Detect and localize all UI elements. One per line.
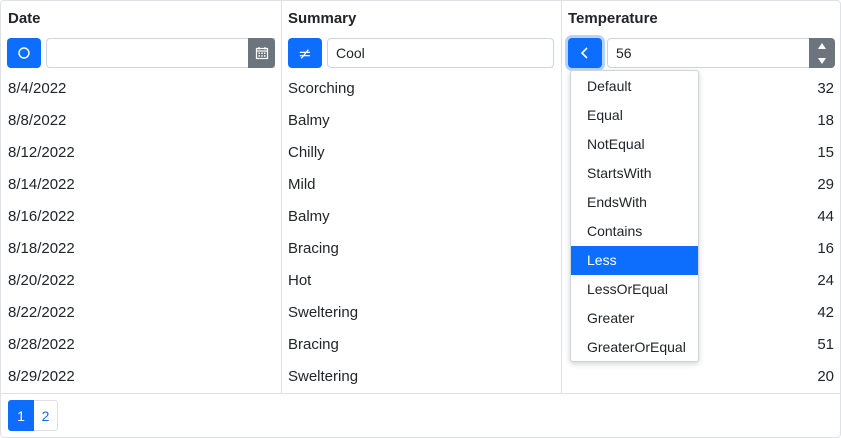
column-divider: [281, 1, 282, 393]
menu-item-less[interactable]: Less: [571, 246, 698, 275]
cell-temperature: 15: [817, 144, 834, 161]
page-button-1[interactable]: 1: [8, 400, 34, 431]
page-button-2[interactable]: 2: [34, 400, 58, 431]
cell-temperature: 16: [817, 240, 834, 257]
menu-item-greater[interactable]: Greater: [571, 304, 698, 333]
cell-summary: Scorching: [288, 80, 355, 97]
temperature-spinner: [809, 38, 835, 68]
cell-date: 8/4/2022: [8, 80, 67, 97]
cell-date: 8/12/2022: [8, 144, 75, 161]
cell-temperature: 51: [817, 336, 834, 353]
cell-temperature: 42: [817, 304, 834, 321]
not-equal-icon: ≠: [298, 43, 312, 63]
spin-up-button[interactable]: [809, 38, 835, 53]
footer-divider: [1, 393, 840, 394]
cell-date: 8/16/2022: [8, 208, 75, 225]
cell-summary: Bracing: [288, 240, 339, 257]
temperature-filter-operator-button[interactable]: [568, 38, 602, 68]
cell-date: 8/29/2022: [8, 368, 75, 385]
menu-item-contains[interactable]: Contains: [571, 217, 698, 246]
cell-date: 8/22/2022: [8, 304, 75, 321]
temperature-filter-input[interactable]: 56: [607, 38, 810, 68]
filter-operator-menu: Default Equal NotEqual StartsWith EndsWi…: [570, 70, 699, 362]
caret-down-icon: [818, 57, 826, 64]
cell-summary: Sweltering: [288, 304, 359, 321]
menu-item-ends-with[interactable]: EndsWith: [571, 188, 698, 217]
menu-item-starts-with[interactable]: StartsWith: [571, 159, 698, 188]
header-summary[interactable]: Summary: [288, 10, 356, 27]
cell-summary: Chilly: [288, 144, 325, 161]
data-grid: Date Summary Temperature ≠ Cool 56 8/4/2…: [0, 0, 841, 438]
cell-summary: Mild: [288, 176, 316, 193]
caret-up-icon: [818, 42, 826, 49]
cell-date: 8/20/2022: [8, 272, 75, 289]
cell-temperature: 44: [817, 208, 834, 225]
header-temperature[interactable]: Temperature: [568, 10, 658, 27]
cell-date: 8/28/2022: [8, 336, 75, 353]
date-filter-operator-button[interactable]: [7, 38, 41, 68]
cell-date: 8/8/2022: [8, 112, 67, 129]
cell-summary: Hot: [288, 272, 312, 289]
spin-down-button[interactable]: [809, 53, 835, 68]
summary-filter-input[interactable]: Cool: [327, 38, 554, 68]
cell-temperature: 32: [817, 80, 834, 97]
date-picker-button[interactable]: [248, 38, 275, 68]
menu-item-not-equal[interactable]: NotEqual: [571, 130, 698, 159]
cell-temperature: 20: [817, 368, 834, 385]
header-date[interactable]: Date: [8, 10, 41, 27]
calendar-icon: [255, 47, 268, 60]
cell-summary: Bracing: [288, 336, 339, 353]
column-divider: [561, 1, 562, 393]
cell-summary: Sweltering: [288, 368, 359, 385]
cell-temperature: 18: [817, 112, 834, 129]
menu-item-greater-or-equal[interactable]: GreaterOrEqual: [571, 333, 698, 362]
summary-filter-operator-button[interactable]: ≠: [288, 38, 322, 68]
cell-temperature: 24: [817, 272, 834, 289]
menu-item-equal[interactable]: Equal: [571, 101, 698, 130]
menu-item-less-or-equal[interactable]: LessOrEqual: [571, 275, 698, 304]
cell-summary: Balmy: [288, 112, 330, 129]
cell-date: 8/18/2022: [8, 240, 75, 257]
date-filter-input[interactable]: [46, 38, 275, 68]
cell-date: 8/14/2022: [8, 176, 75, 193]
menu-item-default[interactable]: Default: [571, 72, 698, 101]
cell-temperature: 29: [817, 176, 834, 193]
circle-icon: [18, 47, 30, 59]
cell-summary: Balmy: [288, 208, 330, 225]
chevron-left-icon: [580, 47, 588, 59]
